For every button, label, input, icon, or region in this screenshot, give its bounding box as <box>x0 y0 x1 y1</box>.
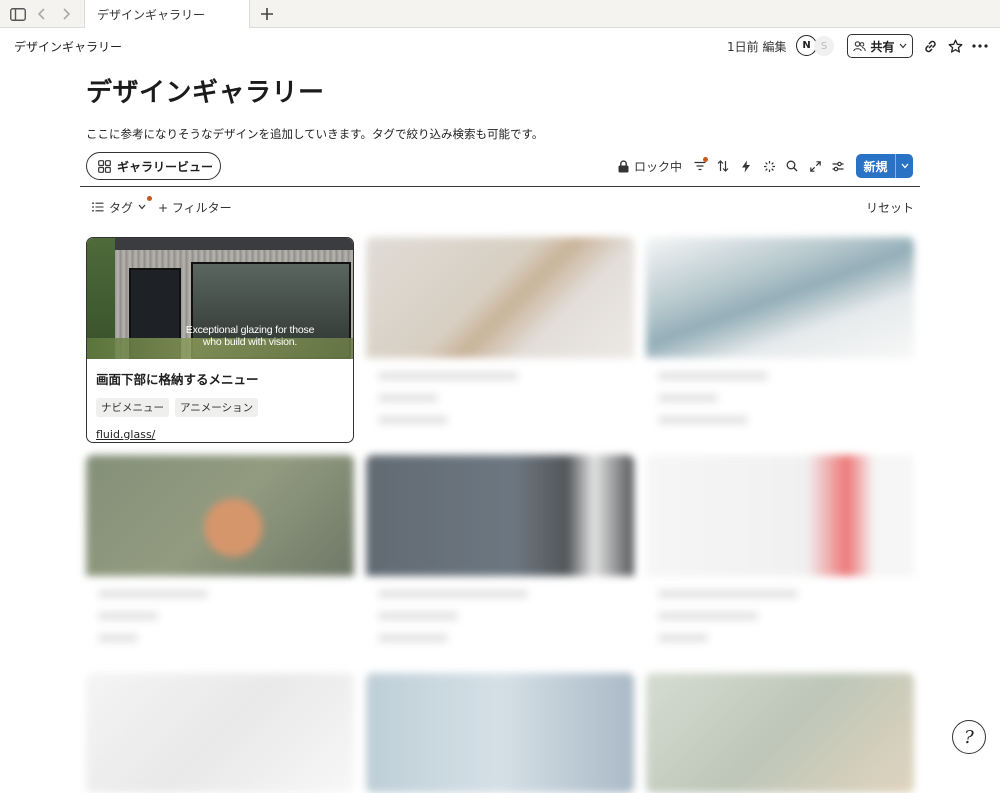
chevron-down-icon <box>899 43 906 49</box>
help-button[interactable]: ? <box>952 720 986 754</box>
back-icon[interactable] <box>34 4 50 24</box>
add-filter-button[interactable]: + フィルター <box>158 199 232 216</box>
search-icon[interactable] <box>784 155 800 177</box>
gallery-card-blurred[interactable] <box>366 455 634 661</box>
forward-icon[interactable] <box>58 4 74 24</box>
gallery-card[interactable]: Exceptional glazing for those who build … <box>86 237 354 443</box>
share-button[interactable]: 共有 <box>847 34 913 58</box>
toolbar-divider <box>80 186 920 187</box>
gallery-view-tab[interactable]: ギャラリービュー <box>86 152 221 180</box>
gallery-card-blurred[interactable] <box>646 673 914 793</box>
cover-caption-line1: Exceptional glazing for those <box>185 324 315 336</box>
people-icon <box>853 40 867 51</box>
gallery-card-blurred[interactable] <box>86 455 354 661</box>
gallery-view-label: ギャラリービュー <box>117 159 214 174</box>
settings-sliders-icon[interactable] <box>830 155 846 177</box>
more-icon[interactable] <box>970 36 990 56</box>
sparkle-icon[interactable] <box>761 155 777 177</box>
notion-ai-icon: ? <box>964 726 974 748</box>
gallery-card-blurred[interactable] <box>366 673 634 793</box>
cover-caption-line2: who build with vision. <box>202 336 298 348</box>
tag-chip: アニメーション <box>175 398 259 417</box>
page-description[interactable]: ここに参考になりそうなデザインを追加していきます。タグで絞り込み検索も可能です。 <box>86 126 543 142</box>
tab-title: デザインギャラリー <box>97 7 206 22</box>
grid-icon <box>98 159 111 173</box>
tag-filter-indicator <box>147 195 152 201</box>
share-label: 共有 <box>870 39 895 54</box>
card-title: 画面下部に格納するメニュー <box>96 372 259 387</box>
last-edited: 1日前 編集 <box>727 40 787 54</box>
card-cover-image: Exceptional glazing for those who build … <box>87 238 353 359</box>
page-header: デザインギャラリー 1日前 編集 N S 共有 <box>0 28 1000 64</box>
card-url-link[interactable]: fluid.glass/ <box>96 428 344 441</box>
lock-status[interactable]: ロック中 <box>618 155 682 177</box>
gallery-card-blurred[interactable] <box>86 673 354 793</box>
gallery-card-blurred[interactable] <box>366 237 634 443</box>
new-button-label: 新規 <box>863 159 888 174</box>
lock-icon <box>618 159 629 172</box>
filter-active-indicator <box>703 157 708 162</box>
new-button[interactable]: 新規 <box>856 154 913 178</box>
sort-icon[interactable] <box>715 155 731 177</box>
gallery-card-blurred[interactable] <box>646 237 914 443</box>
list-icon <box>92 202 104 212</box>
filter-bar: タグ + フィルター <box>92 195 232 216</box>
avatar-secondary[interactable]: S <box>814 36 834 56</box>
tag-filter[interactable]: タグ <box>92 195 152 216</box>
lightning-icon[interactable] <box>738 155 754 177</box>
sidebar-toggle-icon[interactable] <box>9 4 27 24</box>
cover-caption: Exceptional glazing for those who build … <box>87 324 353 348</box>
page-title[interactable]: デザインギャラリー <box>86 72 325 109</box>
active-tab[interactable]: デザインギャラリー <box>84 0 250 28</box>
gallery-card-blurred[interactable] <box>646 455 914 661</box>
link-icon[interactable] <box>920 36 940 56</box>
breadcrumb[interactable]: デザインギャラリー <box>14 38 122 55</box>
browser-tab-bar: デザインギャラリー <box>0 0 1000 28</box>
star-icon[interactable] <box>945 36 965 56</box>
tag-chip: ナビメニュー <box>96 398 169 417</box>
new-dropdown-chevron-icon[interactable] <box>895 154 913 178</box>
tag-filter-label: タグ <box>109 200 134 215</box>
new-tab-icon[interactable] <box>256 3 278 25</box>
card-tags: ナビメニュー アニメーション <box>96 398 344 417</box>
expand-icon[interactable] <box>807 155 823 177</box>
reset-button[interactable]: リセット <box>866 199 914 216</box>
lock-label: ロック中 <box>634 159 683 174</box>
chevron-down-icon <box>138 204 146 210</box>
